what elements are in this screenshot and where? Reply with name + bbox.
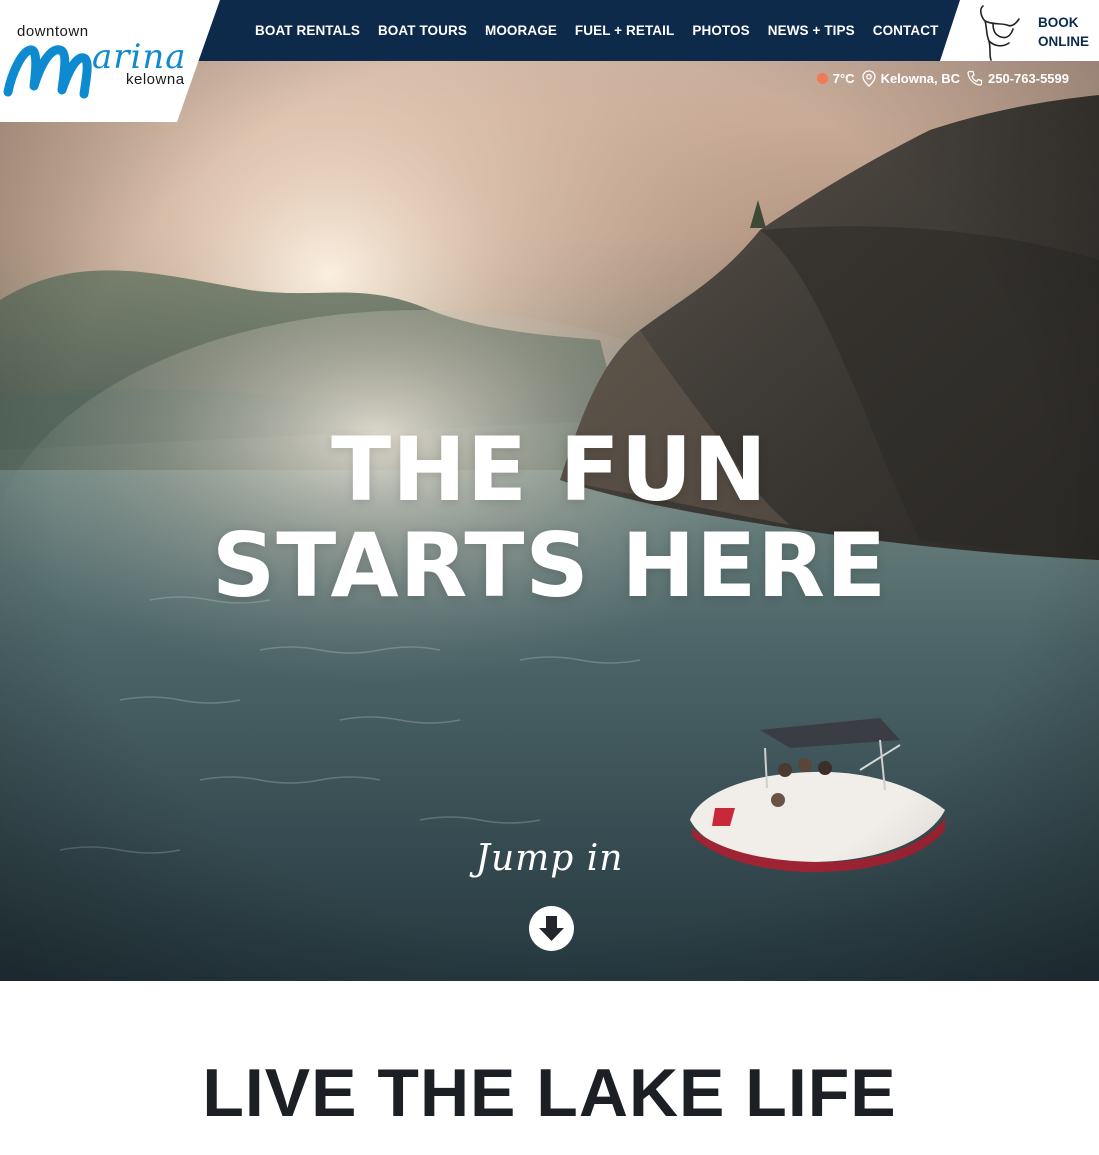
location-info: Kelowna, BC: [861, 69, 961, 87]
scroll-down-button[interactable]: [529, 906, 574, 951]
nav-fuel-retail[interactable]: FUEL + RETAIL: [575, 23, 674, 38]
hero-section: THE FUN STARTS HERE Jump in: [0, 0, 1099, 981]
nav-moorage[interactable]: MOORAGE: [485, 23, 557, 38]
hero-headline: THE FUN STARTS HERE: [0, 422, 1099, 614]
phone-text[interactable]: 250-763-5599: [988, 71, 1069, 86]
book-online-line1: BOOK: [1038, 15, 1079, 30]
nav-boat-rentals[interactable]: BOAT RENTALS: [255, 23, 360, 38]
nav-photos[interactable]: PHOTOS: [692, 23, 749, 38]
phone-icon: [967, 70, 983, 86]
svg-text:kelowna: kelowna: [126, 71, 185, 88]
weather-info: 7°C: [816, 70, 855, 86]
info-strip: 7°C Kelowna, BC 250-763-5599: [810, 69, 1069, 87]
weather-dot-icon: [816, 72, 828, 84]
book-online-button[interactable]: BOOK ONLINE: [1038, 13, 1096, 51]
map-pin-icon: [861, 69, 876, 87]
svg-text:downtown: downtown: [17, 23, 89, 40]
temperature-text: 7°C: [832, 70, 855, 86]
shaka-hand-icon: [980, 5, 1020, 61]
location-text: Kelowna, BC: [880, 70, 961, 86]
section-title: LIVE THE LAKE LIFE: [202, 1055, 897, 1131]
nav-contact[interactable]: CONTACT: [873, 23, 939, 38]
phone-info[interactable]: 250-763-5599: [967, 70, 1069, 86]
hero-headline-line2: STARTS HERE: [211, 514, 888, 617]
arrow-down-circle-icon: [539, 916, 564, 941]
nav-news-tips[interactable]: NEWS + TIPS: [768, 23, 855, 38]
hero-tagline: Jump in: [475, 838, 624, 879]
hero-headline-line1: THE FUN: [331, 418, 768, 521]
nav-links: BOAT RENTALS BOAT TOURS MOORAGE FUEL + R…: [255, 0, 956, 61]
book-online-line2: ONLINE: [1038, 34, 1090, 49]
nav-boat-tours[interactable]: BOAT TOURS: [378, 23, 467, 38]
